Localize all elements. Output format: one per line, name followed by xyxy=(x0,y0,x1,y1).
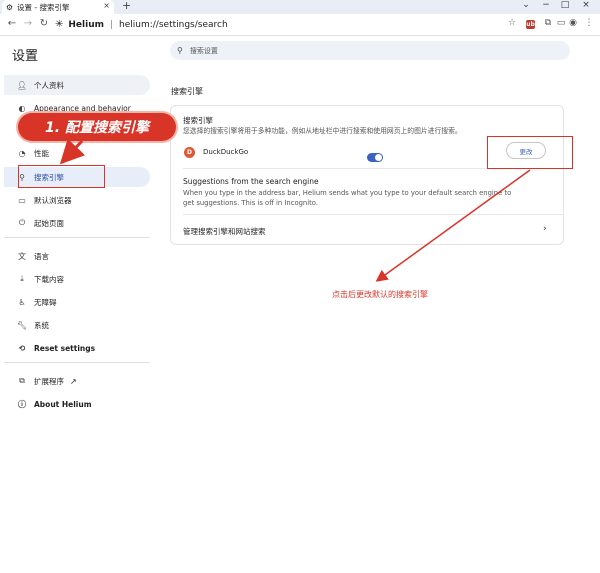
chevron-down-icon[interactable]: ⌄ xyxy=(518,0,534,10)
sidebar-item-label: Appearance and behavior xyxy=(34,103,131,113)
sidebar-item-label: 下载内容 xyxy=(34,274,64,284)
settings-gear-icon: ⚙ xyxy=(5,2,14,12)
sidebar-item-downloads[interactable]: ⤓ 下载内容 xyxy=(4,269,150,289)
sidebar-item-startup[interactable]: ⏻ 起始页面 xyxy=(4,213,150,233)
sidebar-item-performance[interactable]: ◔ 性能 xyxy=(4,143,150,163)
page-title: 设置 xyxy=(12,49,39,64)
sidebar-item-label: 系统 xyxy=(34,320,49,330)
ublock-extension-icon[interactable]: ub xyxy=(526,20,535,29)
person-icon: 👤︎ xyxy=(16,80,28,90)
reset-icon: ⟲ xyxy=(18,343,26,353)
chevron-right-icon[interactable]: › xyxy=(543,224,547,234)
sidebar-item-extensions[interactable]: ⧉ 扩展程序 ↗ xyxy=(4,371,150,391)
sidebar-item-reset-settings[interactable]: ⟲ Reset settings xyxy=(4,338,150,358)
minimize-button[interactable]: − xyxy=(538,0,554,10)
wrench-icon: 🔧︎ xyxy=(16,320,28,330)
suggestions-title: Suggestions from the search engine xyxy=(183,177,319,186)
sidebar-item-label: 扩展程序 xyxy=(34,376,64,386)
manage-search-engines-link[interactable]: 管理搜索引擎和网站搜索 xyxy=(183,226,266,237)
search-engine-title: 搜索引擎 xyxy=(183,116,213,125)
sidebar-item-label: 无障碍 xyxy=(34,297,57,307)
duckduckgo-icon: D xyxy=(184,147,195,158)
settings-search-input[interactable]: ⚲ 搜索设置 xyxy=(170,41,570,60)
sidebar-item-label: About Helium xyxy=(34,399,92,409)
sidebar-item-label: 性能 xyxy=(34,148,49,158)
browser-icon: ▭ xyxy=(18,195,26,205)
sidebar-item-system[interactable]: 🔧︎ 系统 xyxy=(4,315,150,335)
external-link-icon: ↗ xyxy=(70,376,77,386)
title-bar: ⚙ 设置 - 搜索引擎 × + ⌄ − □ × xyxy=(0,0,600,14)
sidebar-item-label: 默认浏览器 xyxy=(34,195,72,205)
address-bar[interactable]: ✳ Helium | helium://settings/search xyxy=(55,16,518,33)
url-text[interactable]: helium://settings/search xyxy=(119,20,228,30)
toggle-knob xyxy=(375,154,382,161)
sidebar-icon[interactable]: ▭ xyxy=(555,18,567,28)
tab-title: 设置 - 搜索引擎 xyxy=(17,2,70,12)
sidebar-divider xyxy=(4,237,150,238)
search-engine-description: 您选择的搜索引擎将用于多种功能，例如从地址栏中进行搜索和使用网页上的图片进行搜索… xyxy=(183,127,462,135)
browser-toolbar: ← → ↻ ✳ Helium | helium://settings/searc… xyxy=(0,14,600,36)
sidebar-divider xyxy=(4,362,150,363)
palette-icon: ◐ xyxy=(18,103,26,113)
back-arrow-icon[interactable]: ← xyxy=(6,18,18,29)
profile-avatar-icon[interactable]: ◉ xyxy=(567,18,579,28)
sidebar-item-default-browser[interactable]: ▭ 默认浏览器 xyxy=(4,190,150,210)
reload-icon[interactable]: ↻ xyxy=(38,18,50,29)
menu-kebab-icon[interactable]: ⋮ xyxy=(583,18,595,28)
maximize-button[interactable]: □ xyxy=(557,0,573,10)
section-title: 搜索引擎 xyxy=(171,87,203,96)
info-icon: ⓘ xyxy=(18,399,26,409)
puzzle-icon: ⧉ xyxy=(19,376,25,385)
sidebar-item-about[interactable]: ⓘ About Helium xyxy=(4,394,150,414)
engine-name: DuckDuckGo xyxy=(203,148,249,156)
search-icon: ⚲ xyxy=(177,46,183,55)
helium-logo-icon: ✳ xyxy=(55,19,64,30)
gauge-icon: ◔ xyxy=(18,148,26,158)
sidebar-item-label: 语言 xyxy=(34,251,49,261)
close-window-button[interactable]: × xyxy=(578,0,594,10)
sidebar-item-label: Reset settings xyxy=(34,343,96,353)
tab-close-icon[interactable]: × xyxy=(103,1,110,10)
download-icon: ⤓ xyxy=(20,274,24,283)
power-icon: ⏻ xyxy=(18,218,26,227)
extensions-puzzle-icon[interactable]: ⧉ xyxy=(542,18,554,28)
card-divider xyxy=(183,214,563,215)
new-tab-button[interactable]: + xyxy=(122,0,131,12)
sidebar-item-accessibility[interactable]: ♿︎ 无障碍 xyxy=(4,292,150,312)
site-name: Helium xyxy=(68,19,104,30)
url-separator: | xyxy=(109,19,114,30)
translate-icon: 文 xyxy=(18,251,26,261)
active-tab[interactable]: ⚙ 设置 - 搜索引擎 × xyxy=(2,0,114,14)
sidebar-item-label: 个人资料 xyxy=(34,80,64,90)
annotation-box-sidebar xyxy=(18,165,105,188)
annotation-note: 点击后更改默认的搜索引擎 xyxy=(332,290,428,299)
accessibility-icon: ♿︎ xyxy=(18,297,26,307)
search-placeholder: 搜索设置 xyxy=(189,46,218,55)
sidebar-item-profile[interactable]: 👤︎ 个人资料 xyxy=(4,75,150,95)
sidebar-item-label: 起始页面 xyxy=(34,218,64,228)
suggestions-description: When you type in the address bar, Helium… xyxy=(183,189,512,207)
search-engine-card: 搜索引擎 您选择的搜索引擎将用于多种功能，例如从地址栏中进行搜索和使用网页上的图… xyxy=(170,105,564,245)
bookmark-star-icon[interactable]: ☆ xyxy=(506,18,518,28)
step-annotation-bubble: 1. 配置搜索引擎 xyxy=(18,113,176,141)
forward-arrow-icon[interactable]: → xyxy=(22,18,34,29)
annotation-box-change-button xyxy=(487,136,573,169)
sidebar-item-language[interactable]: 文 语言 xyxy=(4,246,150,266)
